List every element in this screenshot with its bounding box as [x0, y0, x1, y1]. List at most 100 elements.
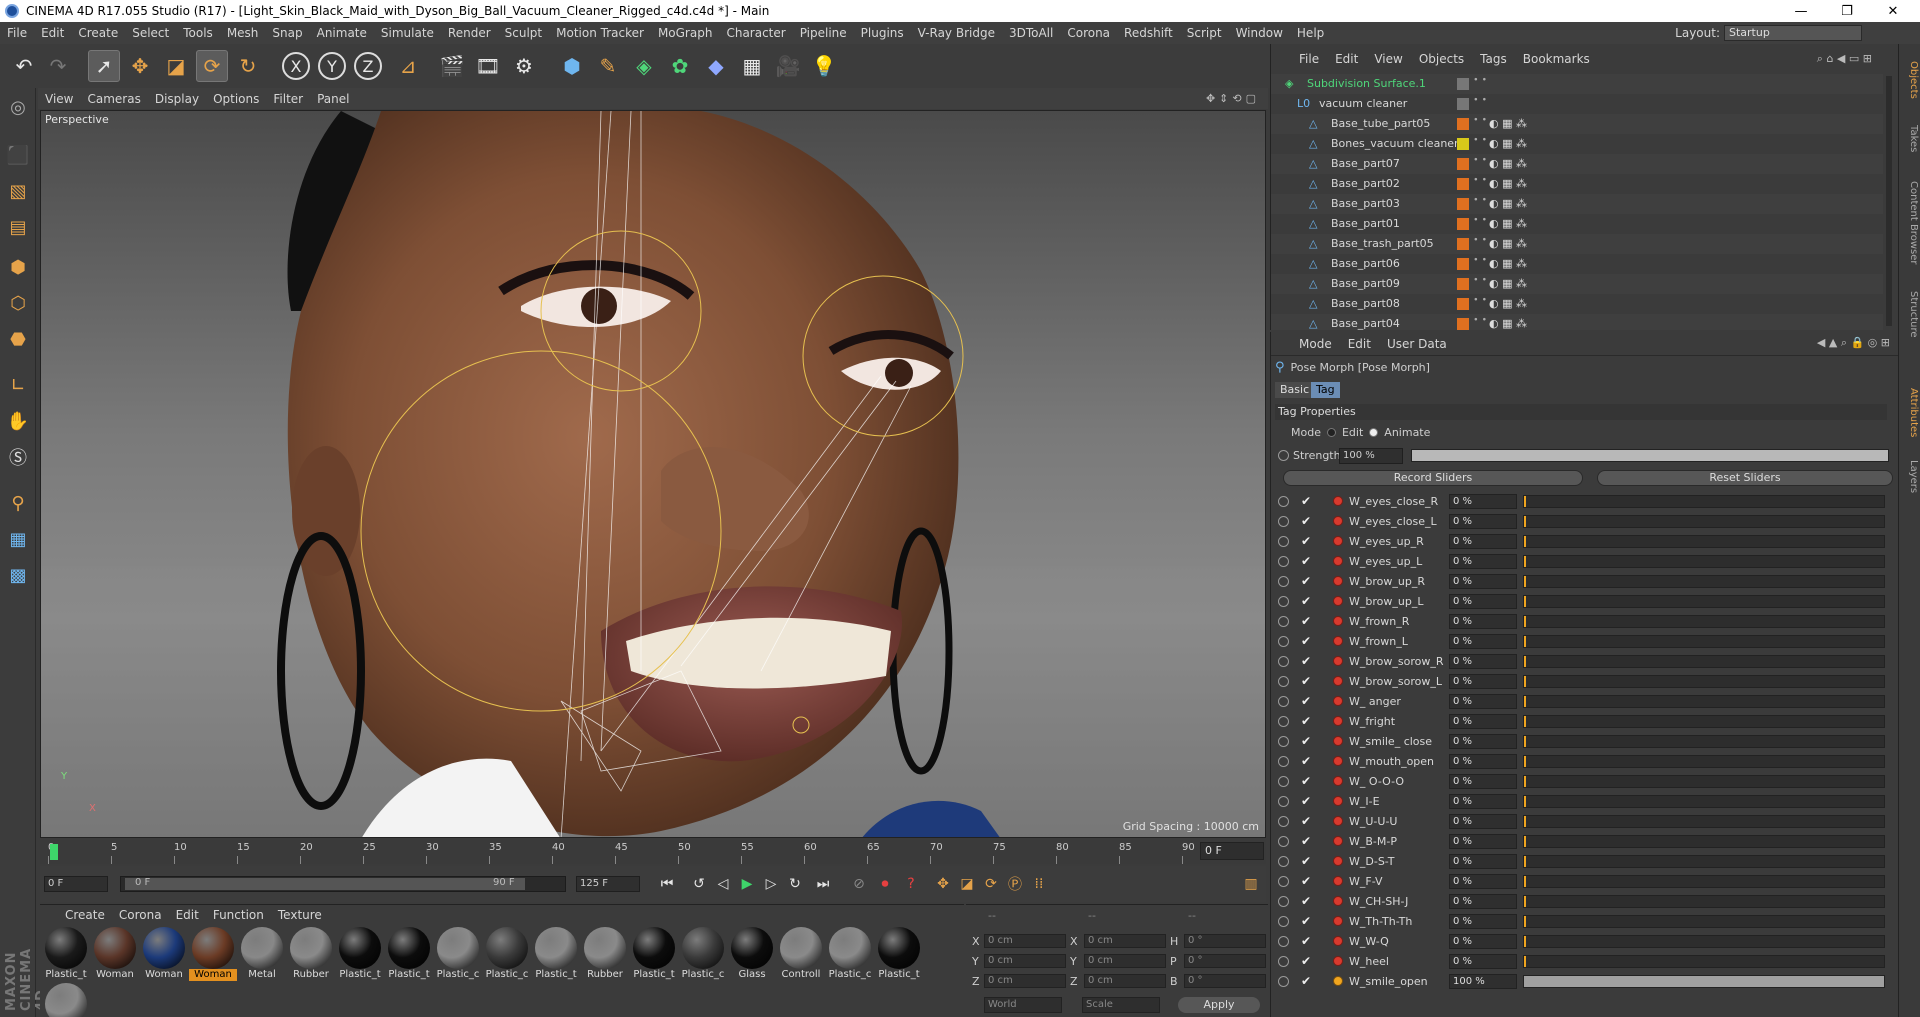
move-icon[interactable]: ✥: [124, 50, 156, 82]
enable-check-icon[interactable]: ✔: [1301, 834, 1311, 848]
perspective-viewport[interactable]: Perspective Grid Spacing : 10000 cm Y X: [40, 110, 1266, 838]
pen-spline-icon[interactable]: ✎: [592, 50, 624, 82]
object-row[interactable]: △ Base_part01 ∙ ∙ ◐ ▦ ⁂: [1271, 214, 1883, 234]
key-rotation-icon[interactable]: ⟳: [980, 873, 1002, 895]
morph-target-icon[interactable]: [1333, 756, 1343, 766]
render-settings-icon[interactable]: ⚙: [508, 50, 540, 82]
morph-value-field[interactable]: 0 %: [1449, 513, 1517, 529]
morph-value-field[interactable]: 0 %: [1449, 813, 1517, 829]
morph-target-icon[interactable]: [1333, 496, 1343, 506]
enable-check-icon[interactable]: ✔: [1301, 494, 1311, 508]
polygons-mode-icon[interactable]: ⬣: [3, 324, 33, 354]
animate-toggle-icon[interactable]: [1278, 495, 1289, 507]
visibility-toggle[interactable]: [1457, 198, 1469, 210]
pan-view-icon[interactable]: ✥: [1206, 92, 1215, 105]
recent-tool-icon[interactable]: ↻: [232, 50, 264, 82]
material-swatch[interactable]: Plastic_t: [42, 927, 90, 985]
mode-animate-radio[interactable]: [1369, 428, 1379, 437]
render-dots-icon[interactable]: ∙ ∙: [1473, 216, 1487, 225]
workplane-lock-icon[interactable]: ▦: [3, 524, 33, 554]
tab-basic[interactable]: Basic: [1275, 382, 1315, 398]
animate-toggle-icon[interactable]: [1278, 815, 1289, 827]
enable-check-icon[interactable]: ✔: [1301, 854, 1311, 868]
render-dots-icon[interactable]: ∙ ∙: [1473, 96, 1487, 105]
menu-file[interactable]: File: [0, 22, 34, 44]
morph-slider[interactable]: [1523, 734, 1885, 748]
material-swatch[interactable]: Plastic_t: [336, 927, 384, 985]
material-swatch[interactable]: Plastic_c: [679, 927, 727, 985]
material-swatch[interactable]: Controll: [777, 927, 825, 985]
material-swatch[interactable]: Woman: [189, 927, 237, 985]
morph-slider[interactable]: [1523, 914, 1885, 928]
object-row[interactable]: ◈ Subdivision Surface.1 ∙ ∙: [1271, 74, 1883, 94]
morph-value-field[interactable]: 0 %: [1449, 733, 1517, 749]
visibility-toggle[interactable]: [1457, 318, 1469, 330]
material-tags-icon[interactable]: ◐ ▦ ⁂: [1489, 297, 1527, 310]
strength-slider[interactable]: [1411, 449, 1889, 462]
texture-mode-icon[interactable]: ▧: [3, 176, 33, 206]
points-mode-icon[interactable]: ⬢: [3, 252, 33, 282]
dolly-view-icon[interactable]: ⇕: [1219, 92, 1228, 105]
enable-check-icon[interactable]: ✔: [1301, 554, 1311, 568]
render-picture-viewer-icon[interactable]: 🎞: [472, 50, 504, 82]
visibility-toggle[interactable]: [1457, 158, 1469, 170]
morph-slider[interactable]: [1523, 714, 1885, 728]
current-frame-field[interactable]: 0 F: [1200, 842, 1264, 860]
enable-check-icon[interactable]: ✔: [1301, 754, 1311, 768]
animate-toggle-icon[interactable]: [1278, 555, 1289, 567]
enable-check-icon[interactable]: ✔: [1301, 674, 1311, 688]
morph-target-icon[interactable]: [1333, 716, 1343, 726]
menu-animate[interactable]: Animate: [310, 22, 374, 44]
animate-toggle-icon[interactable]: [1278, 575, 1289, 587]
play-icon[interactable]: ▶: [736, 873, 758, 895]
enable-check-icon[interactable]: ✔: [1301, 954, 1311, 968]
visibility-toggle[interactable]: [1457, 218, 1469, 230]
morph-slider[interactable]: [1523, 514, 1885, 528]
viewport-menu-filter[interactable]: Filter: [266, 92, 310, 106]
animate-toggle-icon[interactable]: [1278, 895, 1289, 907]
morph-target-icon[interactable]: [1333, 636, 1343, 646]
enable-check-icon[interactable]: ✔: [1301, 514, 1311, 528]
menu-plugins[interactable]: Plugins: [854, 22, 911, 44]
material-menu-texture[interactable]: Texture: [271, 908, 329, 922]
model-mode-icon[interactable]: ⬛: [3, 140, 33, 170]
viewport-menu-view[interactable]: View: [38, 92, 80, 106]
morph-target-icon[interactable]: [1333, 656, 1343, 666]
solo-mode-icon[interactable]: Ⓢ: [3, 442, 33, 472]
material-swatch[interactable]: Woman: [91, 927, 139, 985]
attribute-menu-user-data[interactable]: User Data: [1379, 337, 1455, 351]
autokey-icon[interactable]: ?: [900, 873, 922, 895]
enable-check-icon[interactable]: ✔: [1301, 734, 1311, 748]
material-swatch[interactable]: Plastic_c: [434, 927, 482, 985]
size-x-field[interactable]: 0 cm: [1084, 934, 1166, 948]
morph-slider[interactable]: [1523, 594, 1885, 608]
morph-slider[interactable]: [1523, 934, 1885, 948]
material-menu-create[interactable]: Create: [58, 908, 112, 922]
morph-value-field[interactable]: 0 %: [1449, 613, 1517, 629]
morph-slider[interactable]: [1523, 854, 1885, 868]
close-button[interactable]: ✕: [1870, 0, 1916, 22]
material-swatch[interactable]: Plastic_c: [483, 927, 531, 985]
material-tags-icon[interactable]: ◐ ▦ ⁂: [1489, 137, 1527, 150]
visibility-toggle[interactable]: [1457, 138, 1469, 150]
object-row[interactable]: △ Base_part04 ∙ ∙ ◐ ▦ ⁂: [1271, 314, 1883, 330]
enable-check-icon[interactable]: ✔: [1301, 774, 1311, 788]
morph-target-icon[interactable]: [1333, 856, 1343, 866]
previous-key-icon[interactable]: ↺: [688, 873, 710, 895]
material-tags-icon[interactable]: ◐ ▦ ⁂: [1489, 217, 1527, 230]
material-swatch[interactable]: Plastic_t: [532, 927, 580, 985]
object-row[interactable]: △ Base_part03 ∙ ∙ ◐ ▦ ⁂: [1271, 194, 1883, 214]
morph-value-field[interactable]: 0 %: [1449, 793, 1517, 809]
position-z-field[interactable]: 0 cm: [984, 974, 1066, 988]
morph-target-icon[interactable]: [1333, 836, 1343, 846]
morph-value-field[interactable]: 0 %: [1449, 753, 1517, 769]
size-y-field[interactable]: 0 cm: [1084, 954, 1166, 968]
menu-render[interactable]: Render: [441, 22, 498, 44]
menu-vray-bridge[interactable]: V-Ray Bridge: [911, 22, 1002, 44]
enable-check-icon[interactable]: ✔: [1301, 794, 1311, 808]
object-menu-objects[interactable]: Objects: [1411, 52, 1472, 66]
menu-pipeline[interactable]: Pipeline: [793, 22, 854, 44]
object-search-icon[interactable]: ⌕ ⌂ ◀ ▭ ⊞: [1817, 52, 1872, 66]
enable-check-icon[interactable]: ✔: [1301, 654, 1311, 668]
right-tab-attributes[interactable]: Attributes: [1901, 378, 1919, 448]
